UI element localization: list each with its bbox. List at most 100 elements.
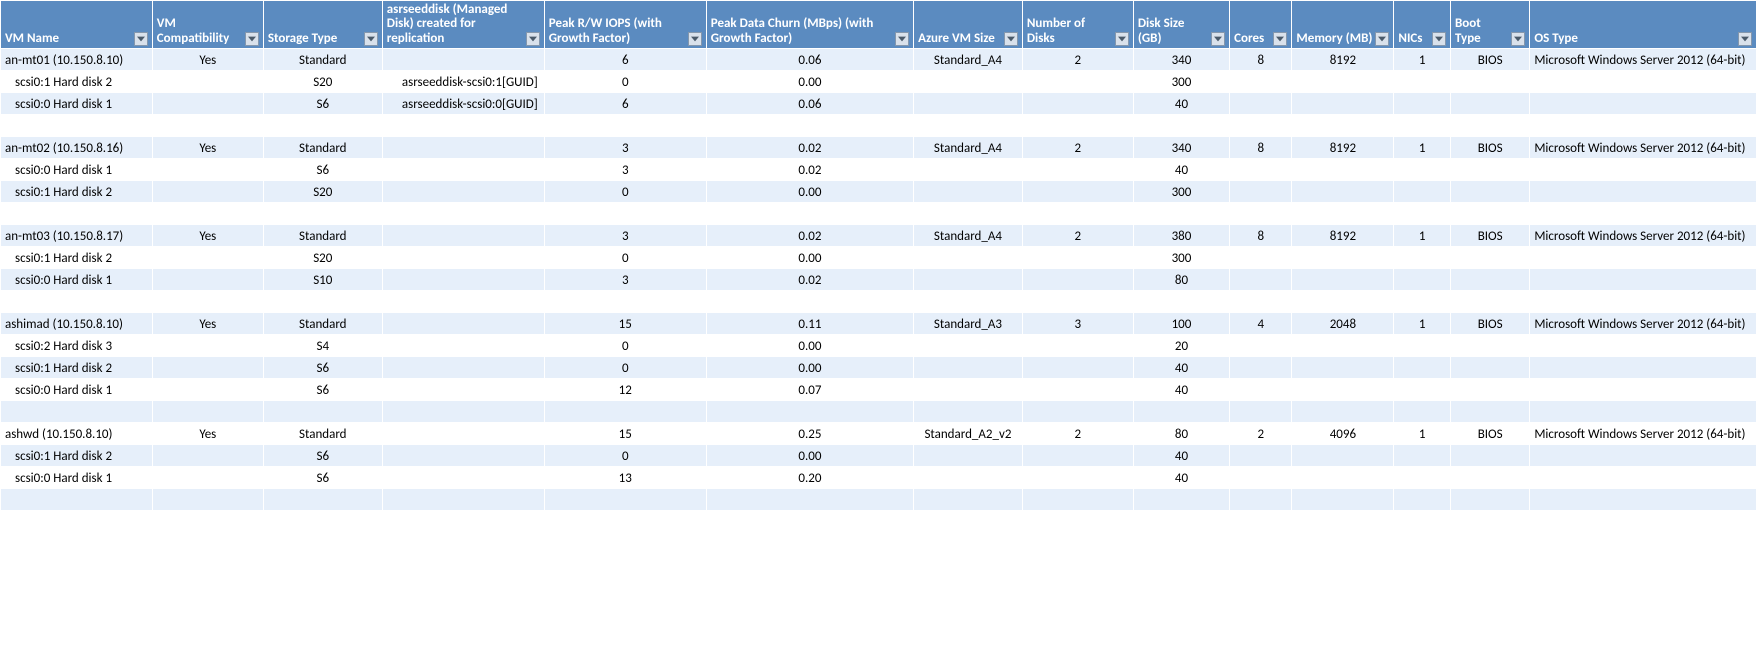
cell[interactable]: S20	[263, 181, 382, 203]
cell[interactable]: 3	[544, 137, 706, 159]
cell[interactable]: S6	[263, 357, 382, 379]
cell[interactable]: S6	[263, 93, 382, 115]
cell[interactable]	[1022, 247, 1133, 269]
cell[interactable]	[382, 269, 544, 291]
cell[interactable]: 0.02	[706, 269, 913, 291]
cell[interactable]	[1451, 159, 1530, 181]
cell[interactable]	[1451, 379, 1530, 401]
cell[interactable]	[1230, 291, 1292, 313]
cell[interactable]	[1230, 203, 1292, 225]
cell[interactable]	[1530, 291, 1757, 313]
cell[interactable]: 0	[544, 181, 706, 203]
cell[interactable]	[1292, 401, 1394, 423]
cell[interactable]: scsi0:1 Hard disk 2	[1, 247, 153, 269]
cell[interactable]	[152, 357, 263, 379]
cell[interactable]	[1451, 291, 1530, 313]
cell[interactable]	[1133, 489, 1229, 511]
cell[interactable]	[1530, 71, 1757, 93]
cell[interactable]: Standard_A4	[914, 49, 1023, 71]
cell[interactable]	[152, 247, 263, 269]
cell[interactable]	[914, 489, 1023, 511]
cell[interactable]	[1, 115, 153, 137]
cell[interactable]: Microsoft Windows Server 2012 (64-bit)	[1530, 225, 1757, 247]
col-header[interactable]: Memory (MB)	[1292, 1, 1394, 49]
cell[interactable]	[1451, 357, 1530, 379]
cell[interactable]: BIOS	[1451, 225, 1530, 247]
cell[interactable]: 0	[544, 247, 706, 269]
cell[interactable]: 1	[1394, 225, 1451, 247]
cell[interactable]: 3	[544, 269, 706, 291]
cell[interactable]	[382, 225, 544, 247]
cell[interactable]	[382, 115, 544, 137]
cell[interactable]	[1022, 159, 1133, 181]
cell[interactable]	[263, 203, 382, 225]
cell[interactable]	[1133, 401, 1229, 423]
cell[interactable]	[1394, 401, 1451, 423]
cell[interactable]: 2	[1022, 423, 1133, 445]
cell[interactable]: Standard	[263, 137, 382, 159]
cell[interactable]	[1292, 445, 1394, 467]
cell[interactable]	[1292, 335, 1394, 357]
cell[interactable]	[1133, 203, 1229, 225]
cell[interactable]	[914, 71, 1023, 93]
cell[interactable]: 0	[544, 445, 706, 467]
cell[interactable]: an-mt01 (10.150.8.10)	[1, 49, 153, 71]
cell[interactable]	[914, 379, 1023, 401]
cell[interactable]	[152, 467, 263, 489]
filter-dropdown-icon[interactable]	[526, 32, 540, 46]
cell[interactable]	[1394, 269, 1451, 291]
cell[interactable]	[544, 401, 706, 423]
cell[interactable]: 0.02	[706, 225, 913, 247]
cell[interactable]	[1292, 159, 1394, 181]
cell[interactable]: scsi0:2 Hard disk 3	[1, 335, 153, 357]
cell[interactable]: an-mt02 (10.150.8.16)	[1, 137, 153, 159]
cell[interactable]: S20	[263, 247, 382, 269]
cell[interactable]: 4096	[1292, 423, 1394, 445]
cell[interactable]: Standard	[263, 423, 382, 445]
cell[interactable]	[1022, 357, 1133, 379]
cell[interactable]	[382, 379, 544, 401]
cell[interactable]: S20	[263, 71, 382, 93]
cell[interactable]	[1292, 467, 1394, 489]
cell[interactable]: 6	[544, 49, 706, 71]
cell[interactable]: Yes	[152, 49, 263, 71]
cell[interactable]: 380	[1133, 225, 1229, 247]
cell[interactable]: scsi0:0 Hard disk 1	[1, 93, 153, 115]
cell[interactable]	[1530, 401, 1757, 423]
cell[interactable]	[382, 467, 544, 489]
col-header[interactable]: asrseeddisk (Managed Disk) created for r…	[382, 1, 544, 49]
cell[interactable]	[1230, 445, 1292, 467]
cell[interactable]	[914, 401, 1023, 423]
cell[interactable]: 0.11	[706, 313, 913, 335]
cell[interactable]: Standard_A4	[914, 225, 1023, 247]
cell[interactable]: scsi0:1 Hard disk 2	[1, 181, 153, 203]
cell[interactable]: BIOS	[1451, 313, 1530, 335]
cell[interactable]	[914, 115, 1023, 137]
cell[interactable]	[1451, 401, 1530, 423]
filter-dropdown-icon[interactable]	[1432, 32, 1446, 46]
cell[interactable]	[152, 445, 263, 467]
cell[interactable]	[1022, 379, 1133, 401]
cell[interactable]: 0	[544, 71, 706, 93]
cell[interactable]	[1, 401, 153, 423]
cell[interactable]	[1022, 115, 1133, 137]
cell[interactable]	[152, 401, 263, 423]
cell[interactable]	[1230, 489, 1292, 511]
cell[interactable]	[1530, 269, 1757, 291]
cell[interactable]: 40	[1133, 467, 1229, 489]
cell[interactable]	[382, 401, 544, 423]
cell[interactable]: S6	[263, 445, 382, 467]
cell[interactable]	[263, 489, 382, 511]
cell[interactable]: 0.02	[706, 137, 913, 159]
cell[interactable]	[914, 159, 1023, 181]
cell[interactable]: Yes	[152, 313, 263, 335]
filter-dropdown-icon[interactable]	[688, 32, 702, 46]
cell[interactable]: ashimad (10.150.8.10)	[1, 313, 153, 335]
cell[interactable]: S6	[263, 379, 382, 401]
cell[interactable]	[1394, 379, 1451, 401]
cell[interactable]	[1230, 247, 1292, 269]
cell[interactable]: 8192	[1292, 49, 1394, 71]
cell[interactable]: 2048	[1292, 313, 1394, 335]
cell[interactable]: 80	[1133, 423, 1229, 445]
cell[interactable]: Standard	[263, 313, 382, 335]
